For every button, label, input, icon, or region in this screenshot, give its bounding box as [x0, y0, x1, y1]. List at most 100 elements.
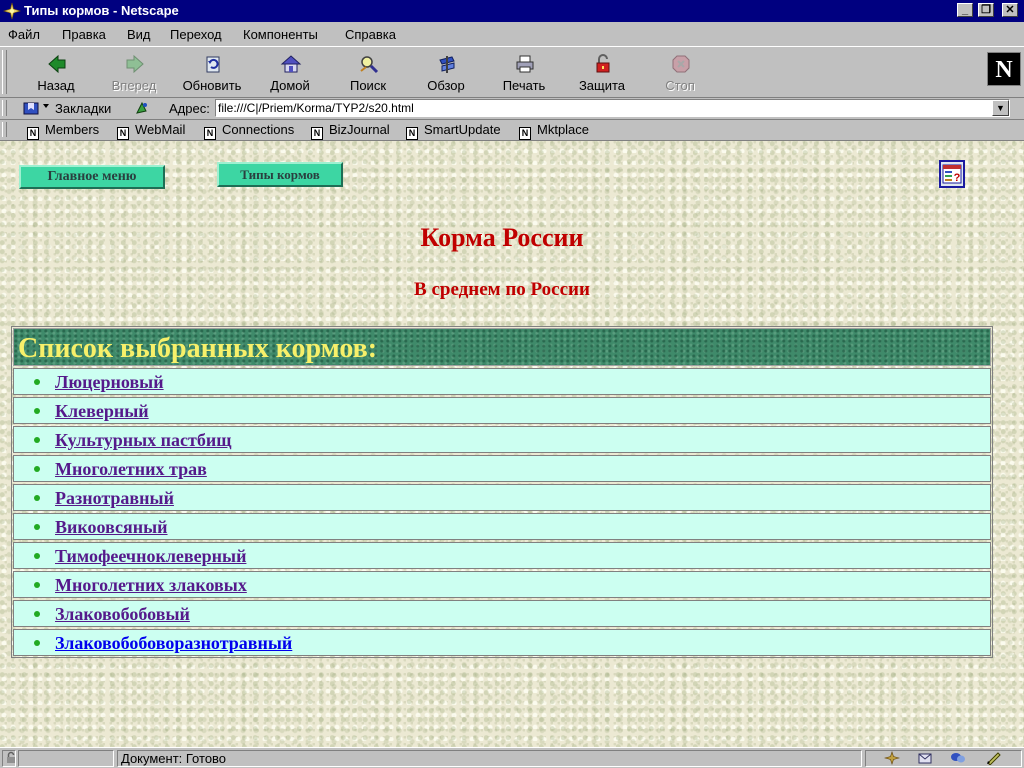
netscape-app-icon[interactable] — [3, 2, 21, 20]
print-icon — [516, 55, 534, 73]
page-subtitle: В среднем по России — [414, 279, 590, 300]
page-content[interactable]: Главное меню Типы кормов ? Корма России … — [0, 141, 1024, 747]
feed-link[interactable]: Многолетних злаковых — [55, 575, 247, 596]
home-button[interactable]: Домой — [252, 49, 328, 95]
list-item: Люцерновый — [13, 368, 991, 395]
feed-link[interactable]: Злаковобобовый — [55, 604, 190, 625]
netscape-page-icon: N — [519, 127, 531, 140]
security-status-indicator[interactable] — [2, 750, 16, 767]
bullet-icon — [34, 524, 40, 530]
navigation-toolbar: Назад Вперед Обновить Домой Поиск Обзор … — [0, 46, 1024, 98]
feed-link[interactable]: Культурных пастбищ — [55, 430, 231, 451]
reload-icon — [206, 56, 220, 73]
menu-view[interactable]: Вид — [127, 27, 151, 42]
bullet-icon — [34, 379, 40, 385]
search-button[interactable]: Поиск — [330, 49, 406, 95]
bullet-icon — [34, 640, 40, 646]
feed-list-heading: Список выбранных кормов: — [18, 333, 378, 364]
menu-go[interactable]: Переход — [170, 27, 222, 42]
list-item: Клеверный — [13, 397, 991, 424]
close-button[interactable]: ✕ — [1002, 3, 1018, 17]
svg-text:?: ? — [954, 172, 961, 184]
bookmarks-label[interactable]: Закладки — [55, 101, 111, 116]
bullet-icon — [34, 611, 40, 617]
list-item: Злаковобобовый — [13, 600, 991, 627]
back-arrow-icon — [48, 54, 66, 74]
main-menu-button[interactable]: Главное меню — [19, 165, 165, 189]
feed-link[interactable]: Разнотравный — [55, 488, 174, 509]
help-icon[interactable]: ? — [939, 160, 965, 188]
netscape-page-icon: N — [311, 127, 323, 140]
discussions-icon[interactable] — [950, 751, 966, 765]
list-item: Тимофеечноклеверный — [13, 542, 991, 569]
feed-link[interactable]: Злаковобобоворазнотравный — [55, 633, 292, 654]
lock-status-icon — [7, 751, 15, 763]
window-title: Типы кормов - Netscape — [24, 3, 179, 18]
guide-button[interactable]: Обзор — [408, 49, 484, 95]
list-item: Многолетних трав — [13, 455, 991, 482]
bookmark-connections[interactable]: N Connections — [204, 122, 294, 140]
guide-icon — [439, 56, 455, 73]
composer-icon[interactable] — [986, 751, 1002, 765]
search-icon — [360, 56, 379, 74]
bullet-icon — [34, 582, 40, 588]
mailbox-icon[interactable] — [917, 751, 933, 765]
minimize-button[interactable]: _ — [957, 3, 973, 17]
address-input[interactable]: file:///C|/Priem/Korma/TYP2/s20.html — [215, 99, 1010, 117]
feed-list-table: Список выбранных кормов: Люцерновый Клев… — [11, 326, 993, 658]
feed-link[interactable]: Многолетних трав — [55, 459, 207, 480]
netscape-page-icon: N — [27, 127, 39, 140]
security-lock-icon — [596, 54, 610, 73]
forward-arrow-icon — [126, 54, 144, 74]
progress-bar — [18, 750, 114, 767]
feed-link[interactable]: Викоовсяный — [55, 517, 168, 538]
title-bar[interactable]: Типы кормов - Netscape _ ❐ ✕ — [0, 0, 1024, 22]
reload-button[interactable]: Обновить — [174, 49, 250, 95]
list-item: Викоовсяный — [13, 513, 991, 540]
location-grip[interactable] — [2, 100, 7, 116]
list-item: Культурных пастбищ — [13, 426, 991, 453]
bookmark-smartupdate[interactable]: N SmartUpdate — [406, 122, 501, 140]
menu-bar: Файл Правка Вид Переход Компоненты Справ… — [0, 22, 1024, 46]
address-dropdown-button[interactable]: ▼ — [992, 100, 1009, 116]
page-title: Корма России — [420, 223, 584, 252]
feed-link[interactable]: Тимофеечноклеверный — [55, 546, 246, 567]
restore-button[interactable]: ❐ — [978, 3, 994, 17]
feed-link[interactable]: Клеверный — [55, 401, 149, 422]
list-item: Злаковобобоворазнотравный — [13, 629, 991, 656]
personal-toolbar: N Members N WebMail N Connections N BizJourn… — [0, 120, 1024, 141]
feed-types-button[interactable]: Типы кормов — [217, 162, 343, 187]
feed-list-header: Список выбранных кормов: — [13, 328, 991, 366]
list-item: Разнотравный — [13, 484, 991, 511]
location-bar: Закладки Адрес: file:///C|/Priem/Korma/T… — [0, 98, 1024, 120]
netscape-page-icon: N — [117, 127, 129, 140]
netscape-page-icon: N — [406, 127, 418, 140]
forward-button[interactable]: Вперед — [96, 49, 172, 95]
toolbar-grip[interactable] — [2, 50, 7, 94]
home-icon — [280, 55, 302, 73]
menu-file[interactable]: Файл — [8, 27, 40, 42]
personal-grip[interactable] — [2, 122, 7, 137]
netscape-logo[interactable]: N — [987, 52, 1021, 86]
status-bar: Документ: Готово — [0, 747, 1024, 768]
menu-help[interactable]: Справка — [345, 27, 396, 42]
feed-link[interactable]: Люцерновый — [55, 372, 164, 393]
bookmark-mktplace[interactable]: N Mktplace — [519, 122, 589, 140]
netscape-page-icon: N — [204, 127, 216, 140]
back-button[interactable]: Назад — [18, 49, 94, 95]
menu-communicator[interactable]: Компоненты — [243, 27, 318, 42]
bookmarks-icon[interactable] — [22, 100, 52, 116]
bullet-icon — [34, 408, 40, 414]
bullet-icon — [34, 553, 40, 559]
page-proxy-icon[interactable] — [134, 100, 150, 116]
bookmark-webmail[interactable]: N WebMail — [117, 122, 185, 140]
stop-button[interactable]: Стоп — [642, 49, 718, 95]
bookmark-bizjournal[interactable]: N BizJournal — [311, 122, 390, 140]
stop-icon — [672, 55, 690, 73]
menu-edit[interactable]: Правка — [62, 27, 106, 42]
bookmark-members[interactable]: N Members — [27, 122, 99, 140]
security-button[interactable]: Защита — [564, 49, 640, 95]
navigator-icon[interactable] — [884, 751, 900, 765]
address-label: Адрес: — [169, 101, 210, 116]
print-button[interactable]: Печать — [486, 49, 562, 95]
